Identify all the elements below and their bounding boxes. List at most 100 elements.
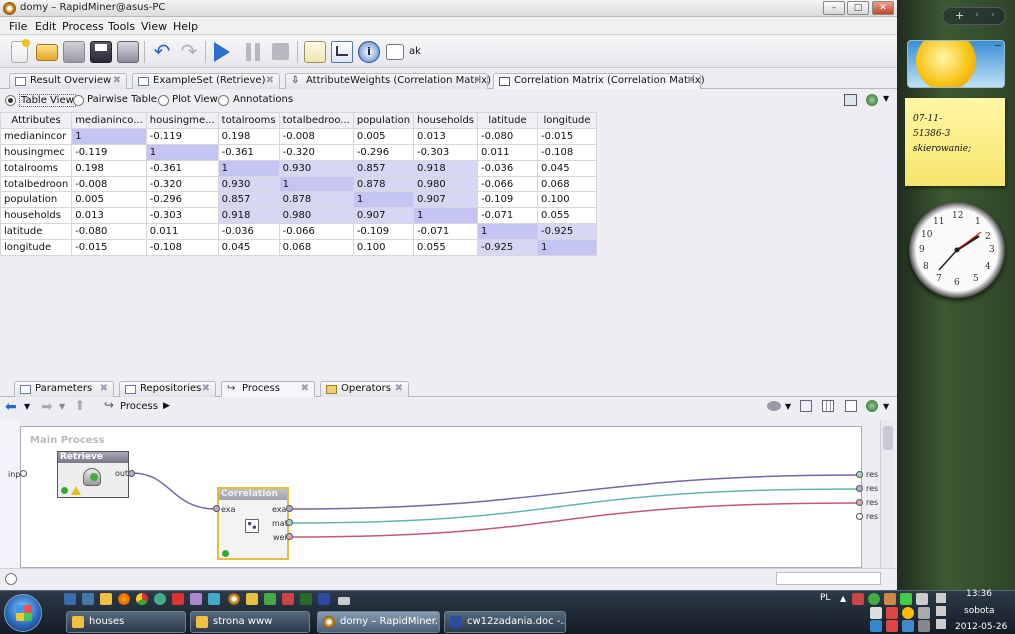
tray-network-icon[interactable] <box>916 593 928 605</box>
correlation-cell[interactable]: -0.361 <box>145 159 219 177</box>
quicklaunch-acrobat-icon[interactable] <box>282 593 294 605</box>
canvas-vertical-scrollbar[interactable] <box>880 420 894 568</box>
quicklaunch-mail-icon[interactable] <box>82 593 94 605</box>
start-button[interactable] <box>4 594 42 632</box>
task-word-document[interactable]: cw12zadania.doc -... <box>444 611 566 633</box>
correlation-cell[interactable]: 1 <box>217 159 280 177</box>
clock-day[interactable]: sobota <box>964 606 994 616</box>
gadget-minimize-icon[interactable] <box>995 45 1001 46</box>
save-as-icon[interactable] <box>117 41 139 63</box>
menu-process[interactable]: Process <box>62 20 104 33</box>
language-indicator[interactable]: PL <box>820 593 830 603</box>
column-header[interactable]: medianinco... <box>71 112 147 129</box>
correlation-cell[interactable]: 0.100 <box>352 239 415 257</box>
correlation-cell[interactable]: -0.066 <box>278 223 354 241</box>
correlation-cell[interactable]: 0.930 <box>217 175 280 193</box>
back-arrow-icon[interactable]: ⬅ <box>5 399 17 415</box>
fit-view-icon[interactable] <box>845 400 857 412</box>
tray-app5-icon[interactable] <box>886 607 898 619</box>
correlation-cell[interactable]: 0.011 <box>477 143 538 161</box>
column-header[interactable]: population <box>352 112 415 129</box>
correlation-cell[interactable]: 1 <box>145 143 219 161</box>
radio-pairwise-table[interactable] <box>73 95 84 106</box>
correlation-cell[interactable]: 0.068 <box>278 239 354 257</box>
correlation-cell[interactable]: -0.119 <box>71 143 147 161</box>
result-port-4[interactable] <box>856 513 863 520</box>
correlation-cell[interactable]: 1 <box>278 175 354 193</box>
correlation-cell[interactable]: 0.005 <box>352 127 415 145</box>
menu-help[interactable]: Help <box>173 20 198 33</box>
tray-app6-icon[interactable] <box>902 607 914 619</box>
row-name-cell[interactable]: totalbedroon <box>0 175 73 193</box>
scrollbar-thumb[interactable] <box>883 426 893 450</box>
correlation-cell[interactable]: -0.925 <box>537 223 597 241</box>
quicklaunch-rapidminer-icon[interactable] <box>228 593 240 605</box>
correlation-cell[interactable]: -0.066 <box>477 175 538 193</box>
correlation-cell[interactable]: 0.013 <box>71 207 147 225</box>
row-name-cell[interactable]: medianincor <box>0 127 73 145</box>
correlation-cell[interactable]: 0.857 <box>217 191 280 209</box>
correlation-cell[interactable]: 0.045 <box>217 239 280 257</box>
back-dropdown-icon[interactable]: ▼ <box>24 402 30 411</box>
close-tab-icon[interactable]: ✖ <box>266 74 274 88</box>
wire-matrix-output[interactable] <box>288 488 862 524</box>
save-icon[interactable] <box>90 41 112 63</box>
close-tab-icon[interactable]: ✖ <box>202 382 210 396</box>
correlation-cell[interactable]: 0.980 <box>413 175 478 193</box>
result-port-1[interactable] <box>856 471 863 478</box>
correlation-cell[interactable]: -0.109 <box>352 223 415 241</box>
close-tab-icon[interactable]: ✖ <box>474 74 482 88</box>
quicklaunch-desktop-icon[interactable] <box>64 593 76 605</box>
row-name-cell[interactable]: population <box>0 191 73 209</box>
correlation-cell[interactable]: 0.198 <box>217 127 280 145</box>
correlation-cell[interactable]: 0.878 <box>278 191 354 209</box>
correlation-cell[interactable]: -0.015 <box>537 127 597 145</box>
column-header[interactable]: totalrooms <box>217 112 280 129</box>
tray-app10-icon[interactable] <box>902 620 914 632</box>
correlation-cell[interactable]: -0.303 <box>145 207 219 225</box>
tab-parameters[interactable]: Parameters ✖ <box>14 381 114 397</box>
task-houses[interactable]: houses <box>66 611 186 633</box>
run-process-icon[interactable] <box>214 42 230 62</box>
menu-edit[interactable]: Edit <box>35 20 56 33</box>
auto-wire-icon[interactable] <box>767 401 781 411</box>
tray-app-icon[interactable] <box>852 593 864 605</box>
tray-app9-icon[interactable] <box>886 620 898 632</box>
column-header[interactable]: totalbedroo... <box>278 112 354 129</box>
correlation-cell[interactable]: -0.925 <box>477 239 538 257</box>
tab-exampleset[interactable]: ExampleSet (Retrieve) ✖ <box>132 73 280 89</box>
correlation-cell[interactable]: -0.320 <box>278 143 354 161</box>
auto-wire-dropdown-icon[interactable]: ▼ <box>785 402 791 411</box>
correlation-cell[interactable]: 0.100 <box>537 191 597 209</box>
correlation-cell[interactable]: -0.296 <box>145 191 219 209</box>
sticky-note[interactable]: 07-11- 51386-3 skierowanie; <box>905 98 1005 186</box>
task-strona-www[interactable]: strona www <box>190 611 310 633</box>
close-tab-icon[interactable]: ✖ <box>100 382 108 396</box>
tab-repositories[interactable]: Repositories ✖ <box>119 381 216 397</box>
correlation-cell[interactable]: -0.008 <box>278 127 354 145</box>
correlation-cell[interactable]: 0.980 <box>278 207 354 225</box>
correlation-cell[interactable]: 0.857 <box>352 159 415 177</box>
correlation-cell[interactable]: -0.080 <box>477 127 538 145</box>
tray-app3-icon[interactable] <box>884 593 896 605</box>
quicklaunch-app5-icon[interactable] <box>264 593 276 605</box>
tab-process[interactable]: ↪ Process ✖ <box>221 381 315 397</box>
task-rapidminer[interactable]: domy – RapidMiner... <box>317 611 440 633</box>
menu-tools[interactable]: Tools <box>108 20 135 33</box>
correlation-out-mat-port[interactable] <box>286 519 293 526</box>
clock-gadget[interactable]: 12 1 2 3 4 5 6 7 8 9 10 11 <box>909 202 1005 298</box>
new-process-icon[interactable] <box>11 39 30 63</box>
correlation-cell[interactable]: 0.918 <box>217 207 280 225</box>
tray-expand-icon[interactable]: ▲ <box>840 594 846 603</box>
tray-app4-icon[interactable] <box>900 593 912 605</box>
tray-app7-icon[interactable] <box>918 607 930 619</box>
radio-table-view[interactable] <box>5 95 16 106</box>
retrieve-out-port[interactable] <box>128 470 135 477</box>
quicklaunch-word-icon[interactable] <box>318 593 330 605</box>
correlation-cell[interactable]: -0.303 <box>413 143 478 161</box>
tab-correlation-matrix[interactable]: Correlation Matrix (Correlation Matrix) ✖ <box>493 73 705 89</box>
breadcrumb-process[interactable]: Process <box>120 401 158 412</box>
open-folder-icon[interactable] <box>36 44 58 61</box>
export-process-icon[interactable] <box>866 400 878 412</box>
close-tab-icon[interactable]: ✖ <box>395 382 403 396</box>
